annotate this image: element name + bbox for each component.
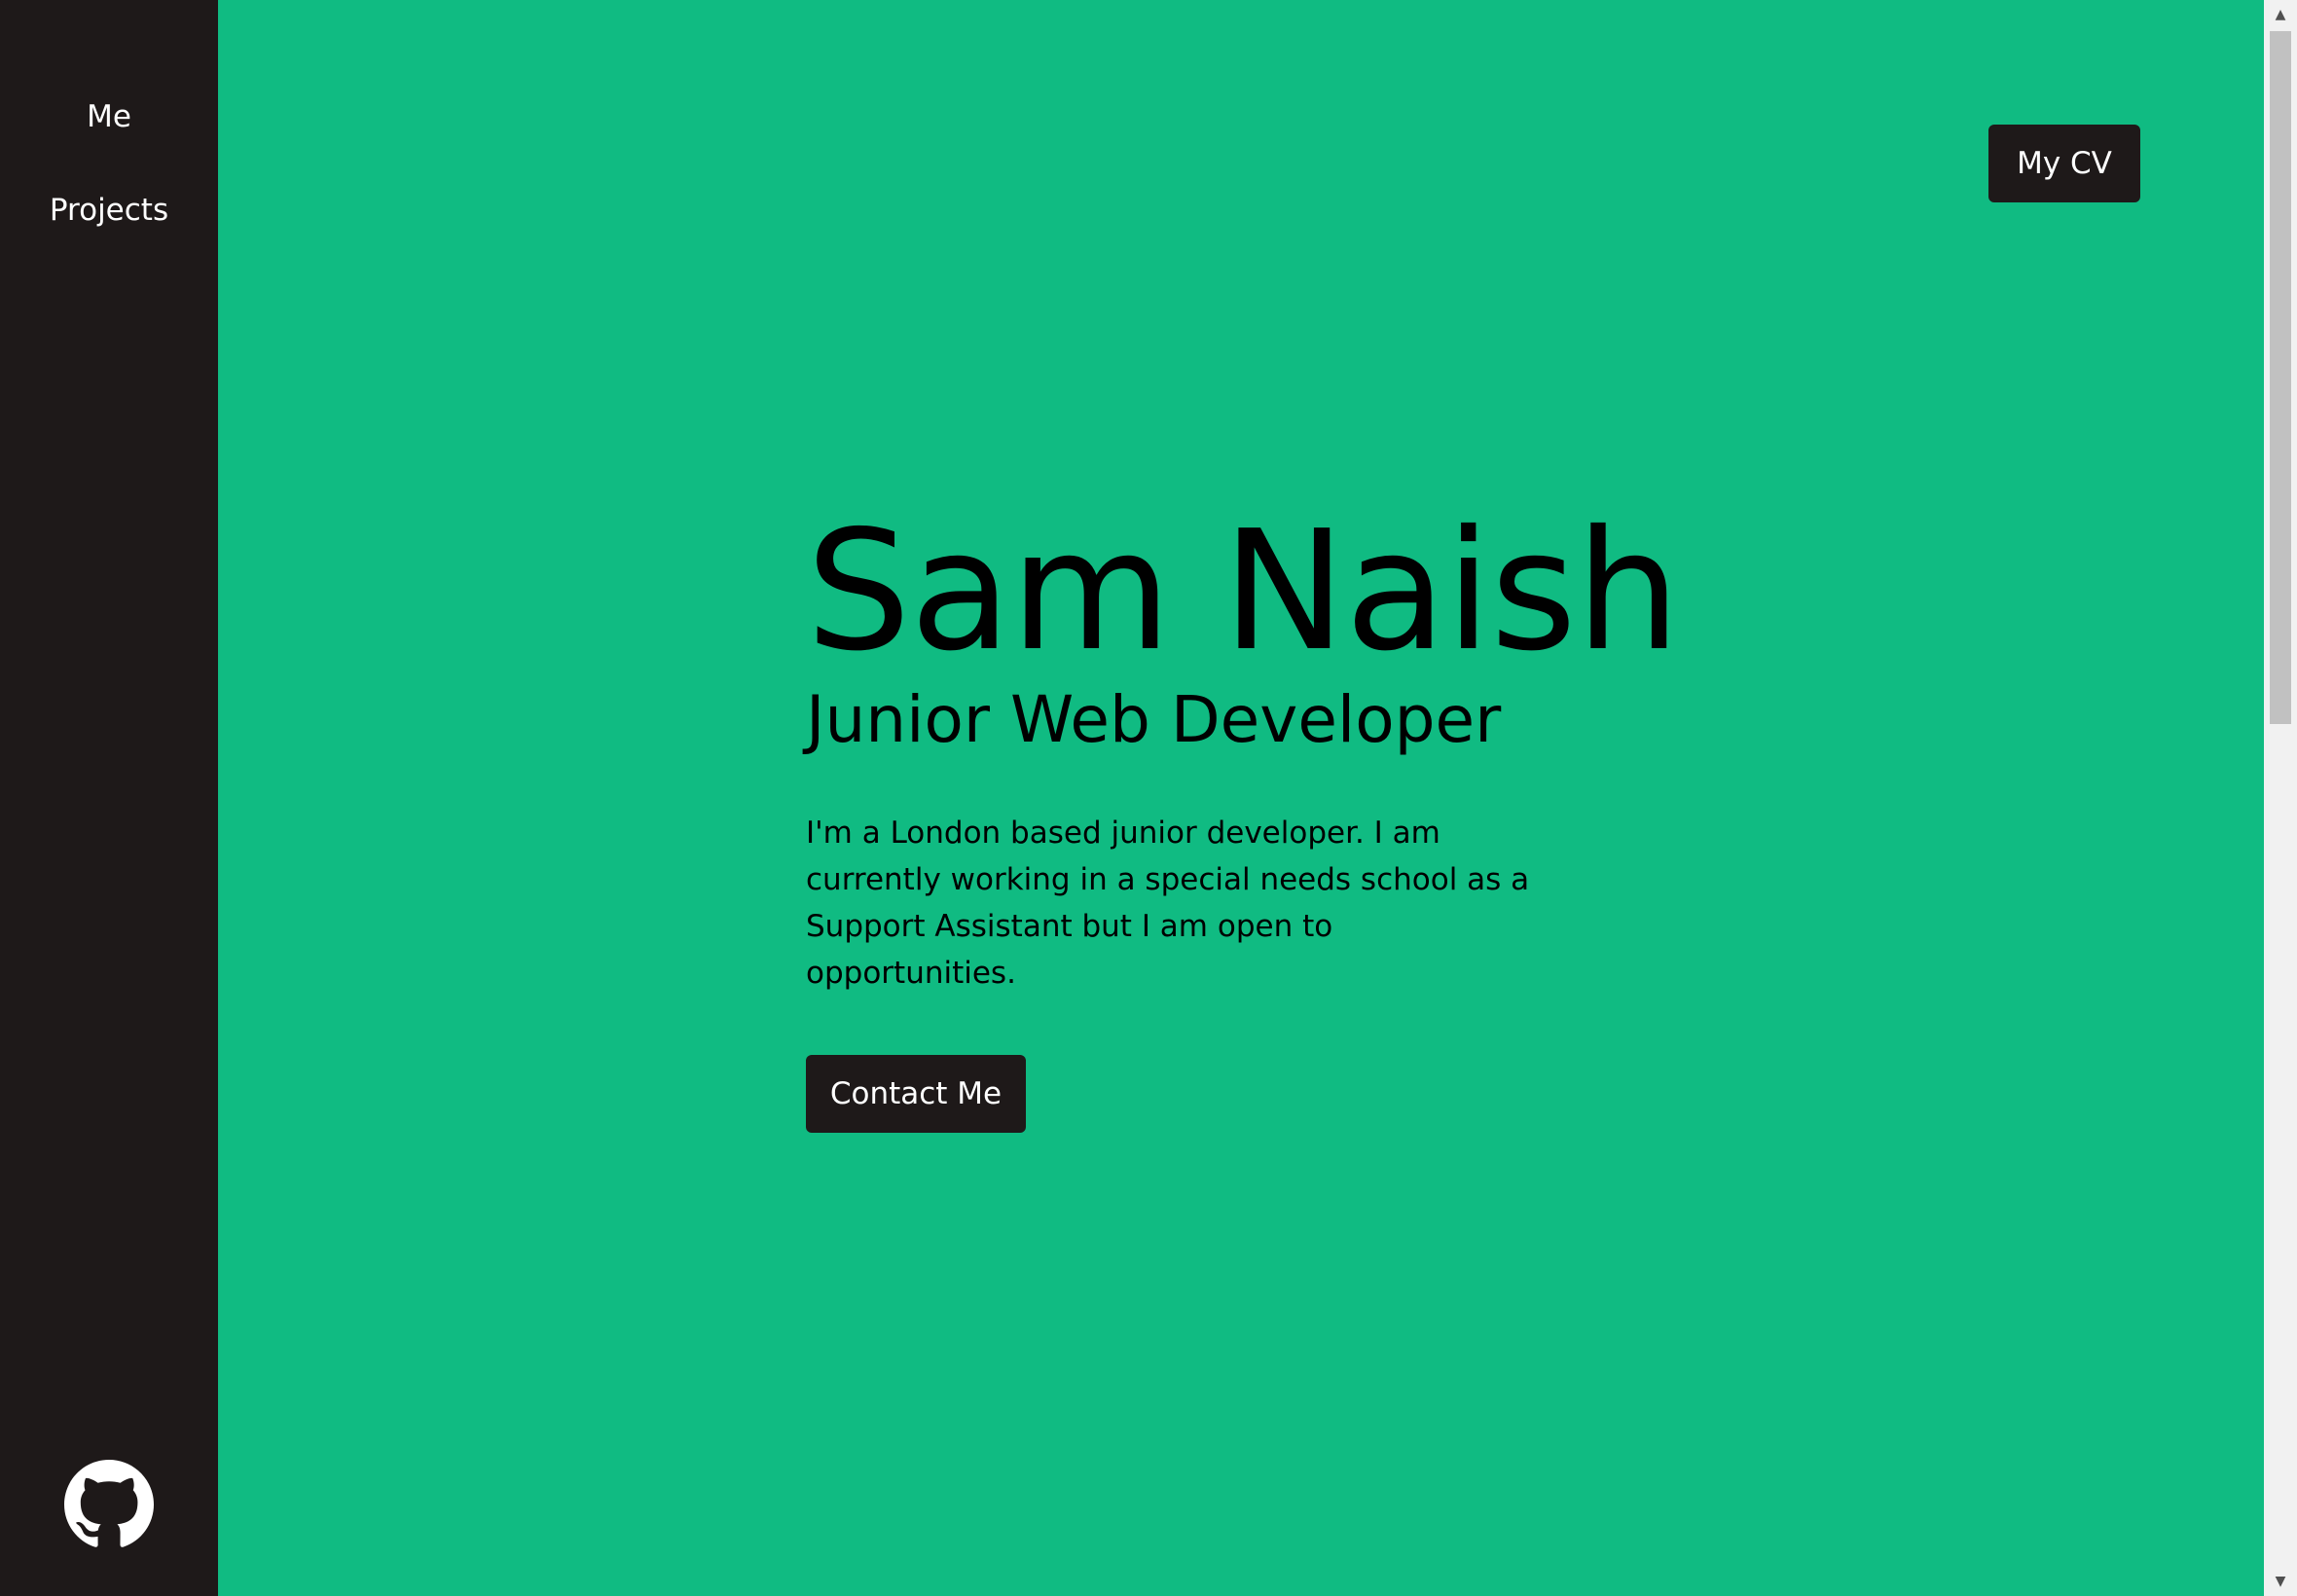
scroll-up-icon[interactable]: ▲ — [2264, 0, 2297, 29]
github-icon — [64, 1460, 154, 1547]
scroll-down-icon[interactable]: ▼ — [2264, 1567, 2297, 1596]
page: Me Projects My CV Sam Naish Junior Web D… — [0, 0, 2297, 1596]
main-content: My CV Sam Naish Junior Web Developer I'm… — [218, 0, 2264, 1596]
vertical-scrollbar[interactable]: ▲ ▼ — [2264, 0, 2297, 1596]
nav-link-projects[interactable]: Projects — [0, 191, 218, 230]
hero-name: Sam Naish — [806, 495, 1681, 688]
contact-button[interactable]: Contact Me — [806, 1055, 1026, 1133]
hero-bio: I'm a London based junior developer. I a… — [806, 816, 1530, 991]
cv-button[interactable]: My CV — [1988, 125, 2140, 202]
hero-role: Junior Web Developer — [806, 682, 1502, 757]
scrollbar-thumb[interactable] — [2270, 31, 2291, 724]
nav-link-me[interactable]: Me — [0, 97, 218, 136]
github-link[interactable] — [64, 1460, 154, 1549]
sidebar: Me Projects — [0, 0, 218, 1596]
hero: Sam Naish Junior Web Developer I'm a Lon… — [806, 494, 1779, 1133]
